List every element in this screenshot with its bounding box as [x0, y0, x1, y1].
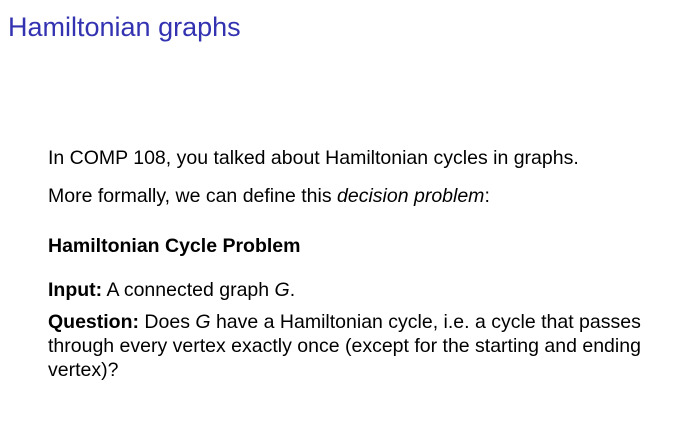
input-text-pre: A connected graph — [102, 279, 275, 301]
question-label: Question: — [48, 311, 139, 333]
question-paragraph: Question: Does G have a Hamiltonian cycl… — [48, 310, 648, 382]
problem-heading: Hamiltonian Cycle Problem — [48, 235, 301, 257]
input-graph-variable: G — [274, 279, 290, 301]
slide-body: In COMP 108, you talked about Hamiltonia… — [48, 146, 668, 382]
slide: Hamiltonian graphs In COMP 108, you talk… — [0, 0, 676, 438]
input-text-post: . — [289, 279, 296, 301]
intro-text: In COMP 108, you talked about Hamiltonia… — [48, 147, 579, 169]
formal-prefix: More formally, we can define this — [48, 185, 338, 207]
formal-definition-text: More formally, we can define this decisi… — [48, 184, 668, 208]
slide-title: Hamiltonian graphs — [8, 12, 241, 42]
decision-problem-term: decision problem — [337, 185, 485, 207]
question-graph-variable: G — [195, 311, 211, 333]
formal-suffix: : — [484, 185, 490, 207]
input-label: Input: — [48, 279, 103, 301]
question-pre: Does — [139, 311, 196, 333]
input-line: Input: A connected graph G. — [48, 278, 668, 302]
